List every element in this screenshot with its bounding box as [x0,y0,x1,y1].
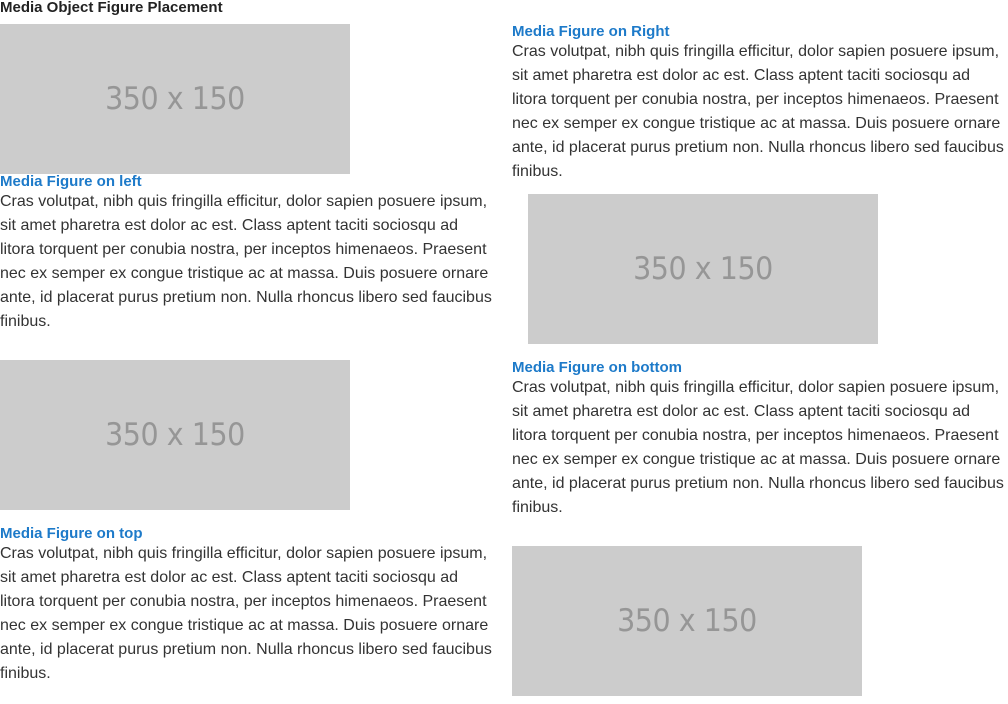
placeholder-label: 350 x 150 [633,251,773,287]
media-figure-top-text: Cras volutpat, nibh quis fringilla effic… [0,545,492,682]
page-title: Media Object Figure Placement [0,0,223,16]
media-figure-bottom-image: 350 x 150 [512,546,862,696]
media-figure-left-image: 350 x 150 [0,24,350,174]
media-figure-top-heading: Media Figure on top [0,525,143,542]
placeholder-label: 350 x 150 [617,603,757,639]
media-figure-left-text: Cras volutpat, nibh quis fringilla effic… [0,193,492,330]
placeholder-label: 350 x 150 [105,417,245,453]
media-figure-right-image: 350 x 150 [528,194,878,344]
placeholder-label: 350 x 150 [105,81,245,117]
media-figure-left-heading: Media Figure on left [0,173,142,190]
media-figure-right-heading: Media Figure on Right [512,23,670,40]
media-figure-top-image: 350 x 150 [0,360,350,510]
media-figure-right-text: Cras volutpat, nibh quis fringilla effic… [512,43,1004,180]
media-figure-bottom-text: Cras volutpat, nibh quis fringilla effic… [512,379,1004,516]
media-figure-bottom-heading: Media Figure on bottom [512,359,682,376]
